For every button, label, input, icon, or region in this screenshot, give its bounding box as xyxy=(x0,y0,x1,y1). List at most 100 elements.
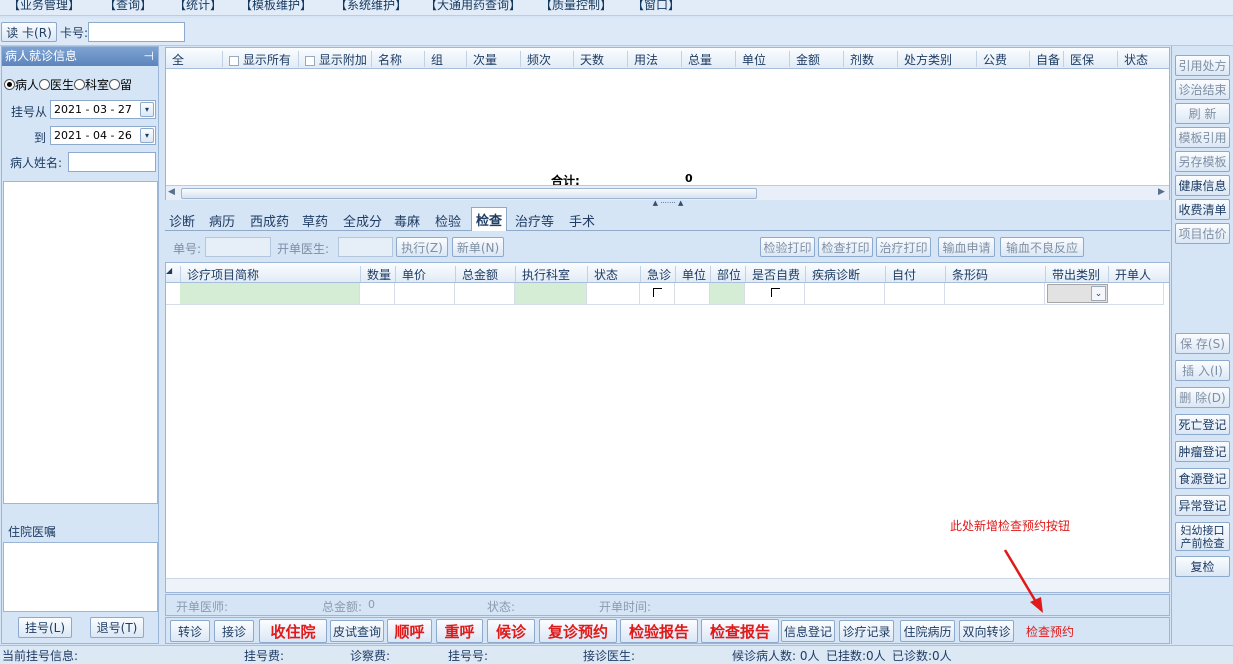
save-button[interactable]: 保 存(S) xyxy=(1175,333,1230,354)
admit-button[interactable]: 收住院 xyxy=(259,619,327,643)
exam-form-bar: 单号: 开单医生: 执行(Z) 新单(N) 检验打印 检查打印 治疗打印 输血申… xyxy=(165,233,1170,261)
exam-report-button[interactable]: 检查报告 xyxy=(701,619,779,643)
radio-dept-icon[interactable] xyxy=(74,79,86,90)
exam-col-item: 诊疗项目简称 xyxy=(180,266,259,282)
finish-treatment-button[interactable]: 诊治结束 xyxy=(1175,79,1230,100)
new-bill-button[interactable]: 新单(N) xyxy=(452,237,504,257)
tab-western-drug[interactable]: 西成药 xyxy=(246,209,293,231)
menu-stats[interactable]: 【统计】 xyxy=(174,0,222,13)
tab-full-ingredient[interactable]: 全成分 xyxy=(339,209,386,231)
radio-stay-icon[interactable] xyxy=(109,79,121,90)
maternal-prenatal-button[interactable]: 妇幼接口 产前检查 xyxy=(1175,522,1230,551)
treat-record-button[interactable]: 诊疗记录 xyxy=(839,620,894,642)
reg-to-dropdown-icon[interactable]: ▾ xyxy=(140,128,154,143)
scroll-left-icon[interactable]: ◀ xyxy=(168,187,175,197)
menu-quality[interactable]: 【质量控制】 xyxy=(540,0,612,13)
rx-col-all[interactable]: 全 xyxy=(166,51,184,67)
tumor-register-button[interactable]: 肿瘤登记 xyxy=(1175,441,1230,462)
cell-part[interactable] xyxy=(710,283,745,304)
item-estimate-button[interactable]: 项目估价 xyxy=(1175,223,1230,244)
tab-surgery[interactable]: 手术 xyxy=(565,209,599,231)
radio-doctor-icon[interactable] xyxy=(39,79,51,90)
death-register-button[interactable]: 死亡登记 xyxy=(1175,414,1230,435)
tab-narcotic[interactable]: 毒麻 xyxy=(390,209,424,231)
category-dropdown-icon[interactable]: ⌄ xyxy=(1091,286,1106,301)
blood-apply-button[interactable]: 输血申请 xyxy=(938,237,995,257)
pin-icon[interactable]: ⊣ xyxy=(144,47,154,66)
splitter-grip-icon[interactable]: ▲ ······· ▲ xyxy=(632,200,704,207)
menu-template[interactable]: 【模板维护】 xyxy=(240,0,312,13)
read-card-button[interactable]: 读 卡(R) xyxy=(1,22,57,42)
recheck-button[interactable]: 复检 xyxy=(1175,556,1230,577)
doctor-input[interactable] xyxy=(338,237,393,257)
save-template-button[interactable]: 另存模板 xyxy=(1175,151,1230,172)
bidirectional-transfer-button[interactable]: 双向转诊 xyxy=(959,620,1014,642)
tab-treatment[interactable]: 治疗等 xyxy=(511,209,558,231)
charge-list-button[interactable]: 收费清单 xyxy=(1175,199,1230,220)
cell-item[interactable] xyxy=(180,283,360,304)
tab-diagnosis[interactable]: 诊断 xyxy=(165,209,199,231)
inpatient-record-button[interactable]: 住院病历 xyxy=(900,620,955,642)
quote-rx-button[interactable]: 引用处方 xyxy=(1175,55,1230,76)
treat-print-button[interactable]: 治疗打印 xyxy=(876,237,931,257)
insert-button[interactable]: 插 入(I) xyxy=(1175,360,1230,381)
show-all-checkbox-icon[interactable] xyxy=(229,55,239,66)
cell-diagnosis[interactable] xyxy=(805,283,885,304)
hospital-advice-list[interactable] xyxy=(3,542,158,612)
wait-button[interactable]: 候诊 xyxy=(487,619,535,643)
status-bar: 当前挂号信息: 挂号费: 诊察费: 挂号号: 接诊医生: 候诊病人数: 0人 已… xyxy=(0,645,1233,664)
unregister-button[interactable]: 退号(T) xyxy=(90,617,144,638)
patient-list[interactable] xyxy=(3,181,158,504)
category-select[interactable]: ⌄ xyxy=(1047,284,1108,303)
skin-test-button[interactable]: 皮试查询 xyxy=(330,620,384,642)
food-register-button[interactable]: 食源登记 xyxy=(1175,468,1230,489)
selfpay-checkbox-icon[interactable] xyxy=(771,288,780,297)
lab-report-button[interactable]: 检验报告 xyxy=(620,619,698,643)
lab-print-button[interactable]: 检验打印 xyxy=(760,237,815,257)
info-register-button[interactable]: 信息登记 xyxy=(781,620,835,642)
revisit-booking-button[interactable]: 复诊预约 xyxy=(539,619,617,643)
scroll-right-icon[interactable]: ▶ xyxy=(1158,187,1165,197)
cell-barcode xyxy=(945,283,1045,304)
execute-button[interactable]: 执行(Z) xyxy=(396,237,448,257)
blood-reaction-button[interactable]: 输血不良反应 xyxy=(1000,237,1084,257)
card-no-input[interactable] xyxy=(88,22,185,42)
menu-system[interactable]: 【系统维护】 xyxy=(335,0,407,13)
menu-business[interactable]: 【业务管理】 xyxy=(8,0,80,13)
rx-col-show-all[interactable]: 显示所有 xyxy=(222,51,291,67)
refresh-button[interactable]: 刷 新 xyxy=(1175,103,1230,124)
template-quote-button[interactable]: 模板引用 xyxy=(1175,127,1230,148)
abnormal-register-button[interactable]: 异常登记 xyxy=(1175,495,1230,516)
tab-record[interactable]: 病历 xyxy=(205,209,239,231)
rx-hscrollbar[interactable]: ◀ ▶ xyxy=(166,185,1169,200)
urgent-checkbox-icon[interactable] xyxy=(653,288,662,297)
show-extra-checkbox-icon[interactable] xyxy=(305,55,315,66)
exam-booking-button[interactable]: 检查预约 xyxy=(1026,623,1074,640)
receive-button[interactable]: 接诊 xyxy=(214,620,254,642)
radio-patient-icon[interactable] xyxy=(4,79,15,90)
menu-query[interactable]: 【查询】 xyxy=(104,0,152,13)
tab-lab[interactable]: 检验 xyxy=(431,209,465,231)
menu-window[interactable]: 【窗口】 xyxy=(632,0,680,13)
cell-qty[interactable] xyxy=(360,283,395,304)
register-button[interactable]: 挂号(L) xyxy=(18,617,72,638)
patient-name-input[interactable] xyxy=(68,152,156,172)
rx-scroll-thumb[interactable] xyxy=(181,188,757,199)
transfer-button[interactable]: 转诊 xyxy=(170,620,210,642)
tab-exam[interactable]: 检查 xyxy=(471,207,508,231)
call-next-button[interactable]: 顺呼 xyxy=(387,619,432,643)
exam-grid-row[interactable]: ⌄ xyxy=(166,283,1164,305)
health-info-button[interactable]: 健康信息 xyxy=(1175,175,1230,196)
reg-from-dropdown-icon[interactable]: ▾ xyxy=(140,102,154,117)
exam-print-button[interactable]: 检查打印 xyxy=(818,237,873,257)
tab-herbal[interactable]: 草药 xyxy=(298,209,332,231)
rx-col-show-extra[interactable]: 显示附加 xyxy=(298,51,367,67)
cell-selfpay[interactable] xyxy=(745,283,805,304)
select-corner-icon[interactable]: ◢ xyxy=(166,266,180,282)
cell-dept[interactable] xyxy=(515,283,587,304)
recall-button[interactable]: 重呼 xyxy=(436,619,483,643)
delete-button[interactable]: 删 除(D) xyxy=(1175,387,1230,408)
menu-drug-query[interactable]: 【大通用药查询】 xyxy=(425,0,521,13)
bill-no-input[interactable] xyxy=(205,237,271,257)
cell-urgent[interactable] xyxy=(640,283,675,304)
